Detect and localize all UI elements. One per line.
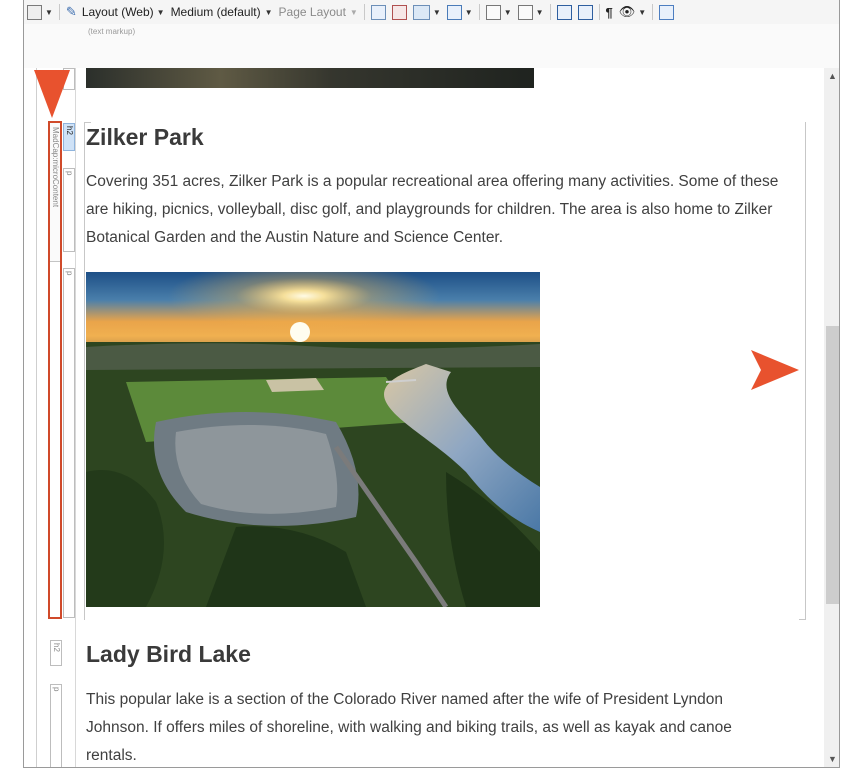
span-icon <box>577 4 593 20</box>
toolbar-divider <box>363 4 365 20</box>
document-icon <box>370 4 386 20</box>
tag-label: h2 <box>52 643 61 652</box>
markup-label: (text markup) <box>88 27 136 36</box>
editor-toolbar: ▼ ✎ Layout (Web) ▼ Medium (default) ▼ Page… <box>24 0 839 25</box>
scrollbar-thumb[interactable] <box>826 326 839 604</box>
tag-label: p <box>65 271 74 276</box>
tag-label: h2 <box>65 126 74 135</box>
chevron-down-icon: ▼ <box>432 7 441 17</box>
editor-window: ▼ ✎ Layout (Web) ▼ Medium (default) ▼ Page… <box>23 0 840 768</box>
photo-svg <box>86 272 540 607</box>
toolbar-divider <box>478 4 480 20</box>
gutter-line <box>36 68 37 767</box>
zoom-dropdown[interactable]: ▼ <box>24 2 56 22</box>
editor-content[interactable]: Zilker Park Covering 351 acres, Zilker P… <box>84 68 824 767</box>
toolbar-divider <box>58 4 60 20</box>
chevron-down-icon: ▼ <box>464 7 473 17</box>
block-view-button[interactable] <box>554 2 575 22</box>
chevron-down-icon: ▼ <box>264 7 273 17</box>
insert-image-icon <box>412 4 430 20</box>
callout-arrow-right-icon <box>751 350 799 390</box>
gutter-tag-h2[interactable]: h2 <box>50 640 62 666</box>
gutter-tag-p[interactable]: p <box>63 168 75 252</box>
view-dropdown[interactable]: 👁 ▼ <box>616 2 649 22</box>
fit-dropdown[interactable]: ▼ <box>444 2 476 22</box>
vertical-scrollbar[interactable]: ▲ ▼ <box>824 68 839 767</box>
zoom-icon <box>27 4 42 20</box>
toolbar-divider <box>652 4 654 20</box>
fit-icon <box>446 4 462 20</box>
print-button[interactable] <box>389 2 410 22</box>
tag-label: p <box>65 171 74 176</box>
span-view-button[interactable] <box>575 2 596 22</box>
text-box-icon <box>517 4 533 20</box>
tag-label: p <box>52 687 61 692</box>
text-dropdown[interactable]: ▼ <box>515 2 547 22</box>
toolbar-divider <box>549 4 551 20</box>
show-tags-button[interactable]: ¶ <box>603 2 616 22</box>
layout-dropdown[interactable]: ✎ Layout (Web) ▼ <box>63 2 168 22</box>
highlight-box <box>48 121 62 619</box>
gutter-line <box>75 68 76 767</box>
scroll-down-icon[interactable]: ▼ <box>824 751 839 767</box>
gutter-tag-p[interactable]: p <box>50 684 62 767</box>
page-layout-dropdown[interactable]: Page Layout ▼ <box>276 2 361 22</box>
section-paragraph: Covering 351 acres, Zilker Park is a pop… <box>86 173 779 246</box>
markup-bar: (text markup) <box>24 24 839 68</box>
chevron-down-icon: ▼ <box>638 7 647 17</box>
image-dropdown[interactable]: ▼ <box>410 2 444 22</box>
chevron-down-icon: ▼ <box>535 7 544 17</box>
medium-label: Medium (default) <box>170 5 261 19</box>
page-layout-label: Page Layout <box>278 5 346 19</box>
toolbar-divider <box>598 4 600 20</box>
gutter-tag-p[interactable]: p <box>63 268 75 618</box>
export-icon <box>659 4 675 20</box>
scroll-up-icon[interactable]: ▲ <box>824 68 839 85</box>
show-tags-icon: ¶ <box>605 4 613 20</box>
callout-arrow-down-icon <box>34 70 70 118</box>
section-paragraph: This popular lake is a section of the Co… <box>86 691 732 764</box>
heading-dropdown[interactable]: ▼ <box>483 2 515 22</box>
document-button[interactable] <box>368 2 389 22</box>
chevron-down-icon: ▼ <box>503 7 512 17</box>
export-button[interactable] <box>656 2 677 22</box>
preview-icon: ✎ <box>65 4 77 19</box>
print-icon <box>391 4 407 20</box>
previous-image <box>86 68 534 88</box>
zilker-park-photo <box>86 272 540 607</box>
chevron-down-icon: ▼ <box>349 7 358 17</box>
section-heading: Lady Bird Lake <box>86 641 251 667</box>
gutter-tag-h2[interactable]: h2 <box>63 123 75 151</box>
block-icon <box>556 4 572 20</box>
section-heading: Zilker Park <box>86 124 204 150</box>
eye-icon: 👁 <box>618 4 636 19</box>
layout-label: Layout (Web) <box>81 5 154 19</box>
medium-dropdown[interactable]: Medium (default) ▼ <box>168 2 276 22</box>
chevron-down-icon: ▼ <box>45 7 53 17</box>
chevron-down-icon: ▼ <box>156 7 165 17</box>
heading-icon <box>485 4 501 20</box>
